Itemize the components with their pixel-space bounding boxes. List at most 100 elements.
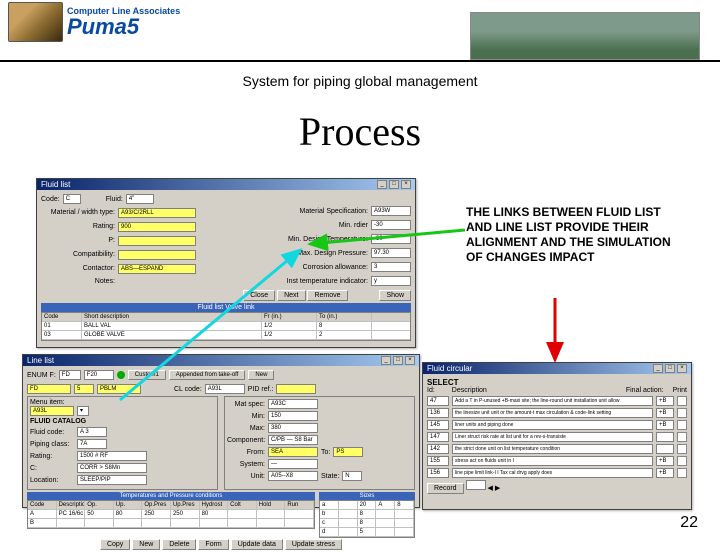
p-field[interactable] <box>118 236 196 246</box>
cond-row[interactable]: B <box>28 519 314 528</box>
max2-field[interactable]: 380 <box>268 423 318 433</box>
f-field[interactable]: FD <box>59 370 81 380</box>
fluid-p-field[interactable]: 4" <box>126 194 154 204</box>
pipingclass-label: Piping class: <box>30 441 74 448</box>
checkbox[interactable] <box>677 408 687 418</box>
sizes-row[interactable]: b8 <box>320 510 414 519</box>
update-data-button[interactable]: Update data <box>231 539 283 550</box>
matspec2-label: Mat spec: <box>227 401 265 408</box>
sys-field[interactable]: — <box>268 459 318 469</box>
state-label: State: <box>321 473 339 480</box>
menu-field[interactable]: A93L <box>30 406 74 416</box>
tab-custom[interactable]: Custom1 <box>128 370 166 380</box>
min-field[interactable]: -30 <box>371 220 411 230</box>
cond-row[interactable]: APC 16/6c508025025080 <box>28 510 314 519</box>
pipingclass-field[interactable]: 7A <box>77 439 107 449</box>
tab-new[interactable]: New <box>248 370 274 380</box>
a-field[interactable]: F20 <box>84 370 114 380</box>
location-label: Location: <box>30 477 74 484</box>
rating-field[interactable]: 900 <box>118 222 196 232</box>
logo-image <box>8 2 63 42</box>
maximize-icon[interactable]: □ <box>665 364 675 373</box>
new-button[interactable]: New <box>132 539 160 550</box>
impact-window: Fluid circular _ □ × SELECT Id: Descript… <box>422 362 692 510</box>
impact-row[interactable]: 155stress act on fluids unit in I+B <box>427 456 687 466</box>
fluidcode-field[interactable]: A 3 <box>77 427 107 437</box>
valve-grid: Code Short description Fr (in.) To (in.)… <box>41 312 411 341</box>
record-field[interactable] <box>466 480 486 490</box>
col-desc: Short description <box>82 313 262 321</box>
pidref-field[interactable] <box>276 384 316 394</box>
slide-header: Computer Line Associates Puma5 <box>0 0 720 62</box>
pid-field[interactable]: PBLM <box>97 384 141 394</box>
checkbox[interactable] <box>677 468 687 478</box>
inst-field[interactable]: y <box>371 276 411 286</box>
cl-field[interactable]: 5 <box>74 384 94 394</box>
checkbox[interactable] <box>677 456 687 466</box>
material-field[interactable]: A93/C/2RLL <box>118 208 196 218</box>
copy-button[interactable]: Copy <box>100 539 130 550</box>
sizes-row[interactable]: d5 <box>320 528 414 537</box>
col-code: Code <box>42 313 82 321</box>
form-button[interactable]: Form <box>198 539 228 550</box>
minimize-icon[interactable]: _ <box>653 364 663 373</box>
remove-button[interactable]: Remove <box>307 290 347 301</box>
impact-row[interactable]: 156line pipe limit link-I I Tax cal drvg… <box>427 468 687 478</box>
sizes-row[interactable]: c8 <box>320 519 414 528</box>
desc-label: Description <box>452 387 487 394</box>
tab-appended[interactable]: Appended from take-off <box>169 370 246 380</box>
pidref-label: PID ref.: <box>248 386 274 393</box>
sizes-row[interactable]: a20A8 <box>320 501 414 510</box>
compat-field[interactable] <box>118 250 196 260</box>
show-button[interactable]: Show <box>379 290 411 301</box>
from-field[interactable]: SEA <box>268 447 318 457</box>
window-titlebar: Line list _ □ × <box>23 355 419 366</box>
minimize-icon[interactable]: _ <box>381 356 391 365</box>
min2-field[interactable]: 150 <box>268 411 318 421</box>
impact-row[interactable]: 145liner units and piping done+B <box>427 420 687 430</box>
minimize-icon[interactable]: _ <box>377 180 387 189</box>
state-field[interactable]: N <box>342 471 362 481</box>
impact-row[interactable]: 147Liner struct risk rate at list unit f… <box>427 432 687 442</box>
update-stress-button[interactable]: Update stress <box>285 539 342 550</box>
cond-grid: CodeDescriptionOp.Up.Op.PresUp.PresHydro… <box>27 500 315 529</box>
unit-field[interactable]: A05--X8 <box>268 471 318 481</box>
contactor-field[interactable]: ABS—ESPAND <box>118 264 196 274</box>
fd-field[interactable]: FD <box>27 384 71 394</box>
close-icon[interactable]: × <box>401 180 411 189</box>
slide-subtitle: System for piping global management <box>0 73 720 89</box>
c-field[interactable]: CORR > S8Mn <box>77 463 147 473</box>
impact-row[interactable]: 47Add a T in P-unused +B-maxi site; the … <box>427 396 687 406</box>
impact-row[interactable]: 142the strict done unit on list temperat… <box>427 444 687 454</box>
checkbox[interactable] <box>677 420 687 430</box>
fluidcode-label: Fluid code: <box>30 429 74 436</box>
close-icon[interactable]: × <box>405 356 415 365</box>
design-temp-field[interactable]: -30 <box>371 234 411 244</box>
checkbox[interactable] <box>677 432 687 442</box>
valve-row[interactable]: 01 BALL VAL 1/2 8 <box>42 322 410 331</box>
code-field[interactable]: C <box>63 194 81 204</box>
location-field[interactable]: SLEEP/PIP <box>77 475 147 485</box>
to-field[interactable]: PS <box>333 447 363 457</box>
design-press-field[interactable]: 97.30 <box>371 248 411 258</box>
impact-row[interactable]: 136the linesize unit unit or the amount-… <box>427 408 687 418</box>
maximize-icon[interactable]: □ <box>389 180 399 189</box>
delete-button[interactable]: Delete <box>162 539 196 550</box>
corrosion-field[interactable]: 3 <box>371 262 411 272</box>
close-icon[interactable]: × <box>677 364 687 373</box>
close-button[interactable]: Close <box>243 290 275 301</box>
matspec-field[interactable]: A93W <box>371 206 411 216</box>
record-button[interactable]: Record <box>427 483 464 494</box>
next-button[interactable]: Next <box>277 290 305 301</box>
matspec2-field[interactable]: A93C <box>268 399 318 409</box>
material-label: Material / width type: <box>41 209 115 216</box>
checkbox[interactable] <box>677 444 687 454</box>
checkbox[interactable] <box>677 396 687 406</box>
rating2-field[interactable]: 1500 # RF <box>77 451 147 461</box>
status-dot-icon <box>117 371 125 379</box>
valve-row[interactable]: 03 GLOBE VALVE 1/2 2 <box>42 331 410 340</box>
comp-field[interactable]: C/PB — S8 Bar <box>268 435 318 445</box>
maximize-icon[interactable]: □ <box>393 356 403 365</box>
clcode-field[interactable]: A93L <box>205 384 245 394</box>
fluid-catalog-label: FLUID CATALOG <box>30 418 215 425</box>
